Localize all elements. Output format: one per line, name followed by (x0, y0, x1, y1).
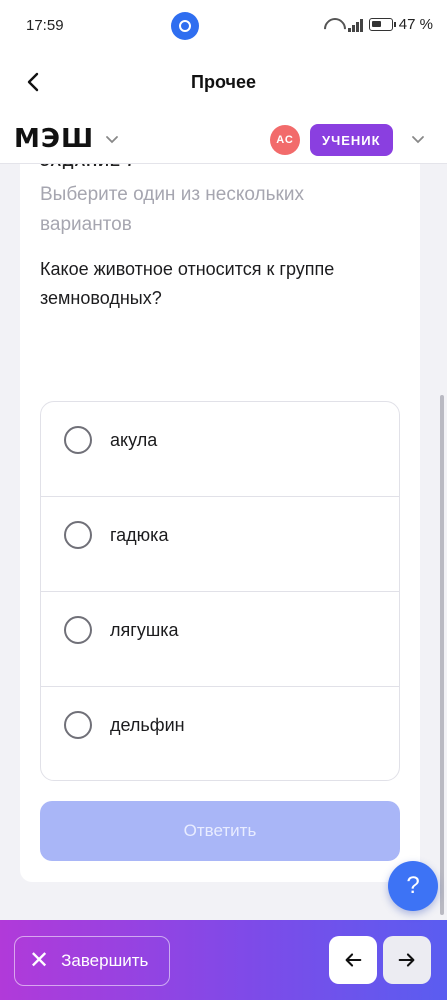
option-label: гадюка (110, 525, 169, 545)
help-button[interactable]: ? (388, 861, 438, 911)
mesh-logo[interactable]: МЭШ (14, 124, 94, 154)
wifi-icon (324, 18, 342, 32)
radio-button[interactable] (64, 616, 92, 644)
arrow-right-icon (398, 953, 415, 967)
logo-chevron-down-icon[interactable] (104, 132, 120, 148)
option-label: лягушка (110, 620, 179, 640)
finish-label: Завершить (61, 951, 149, 970)
answer-option[interactable]: дельфин (41, 687, 399, 780)
status-bar: 17:59 47 % (0, 0, 447, 52)
radio-button[interactable] (64, 426, 92, 454)
signal-icon (347, 18, 363, 32)
profile-chevron-down-icon[interactable] (410, 132, 426, 148)
submit-button[interactable]: Ответить (40, 801, 400, 861)
battery-percent: 47 % (398, 16, 433, 33)
finish-button[interactable]: ✕ Завершить (14, 936, 170, 986)
question-text: Какое животное относится к группе земнов… (40, 259, 335, 308)
option-label: дельфин (110, 715, 185, 735)
answer-option[interactable]: гадюка (41, 497, 399, 592)
status-time: 17:59 (26, 17, 64, 34)
option-label: акула (110, 430, 158, 450)
arrow-left-icon (345, 953, 362, 967)
answer-option[interactable]: акула (41, 402, 399, 497)
bottom-bar: ✕ Завершить (0, 920, 447, 1000)
task-hint: Выберите один из нескольких вариантов (40, 184, 304, 235)
app-indicator-icon (171, 12, 199, 40)
status-icons: 47 % (324, 16, 433, 33)
answer-options: акула гадюка лягушка дельфин (40, 401, 400, 781)
battery-icon (368, 18, 396, 31)
previous-button[interactable] (329, 936, 377, 984)
radio-button[interactable] (64, 711, 92, 739)
scrollbar[interactable] (440, 395, 444, 915)
page-title: Прочее (191, 72, 256, 92)
radio-button[interactable] (64, 521, 92, 549)
app-bar: Прочее (0, 52, 447, 112)
next-button[interactable] (383, 936, 431, 984)
close-icon: ✕ (29, 947, 50, 974)
answer-option[interactable]: лягушка (41, 592, 399, 687)
role-badge[interactable]: УЧЕНИК (310, 124, 393, 156)
avatar[interactable]: АС (270, 125, 300, 155)
